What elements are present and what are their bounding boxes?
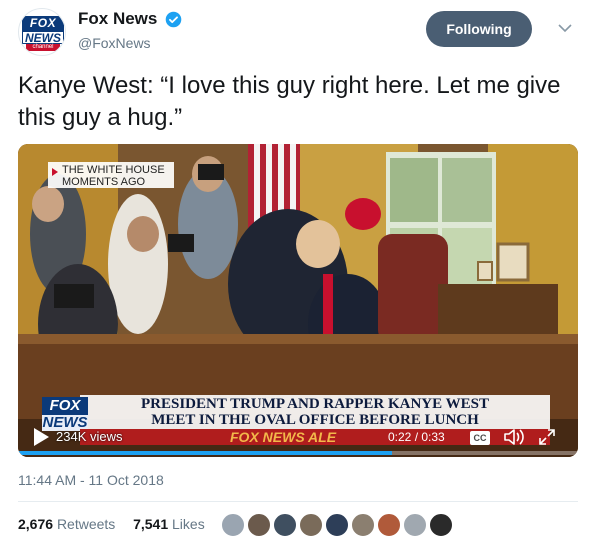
likes-label[interactable]: Likes (172, 516, 205, 532)
play-icon[interactable] (32, 427, 50, 447)
view-count: 234K views (56, 429, 123, 444)
liker-avatar[interactable] (221, 513, 245, 537)
following-button[interactable]: Following (426, 11, 532, 47)
liker-avatar[interactable] (429, 513, 453, 537)
overlay-label: THE WHITE HOUSE MOMENTS AGO (48, 162, 174, 188)
chyron-line1: PRESIDENT TRUMP AND RAPPER KANYE WEST (141, 396, 489, 412)
logo-news-text: NEWS (22, 31, 64, 45)
video-player[interactable]: THE WHITE HOUSE MOMENTS AGO PRESIDENT TR… (18, 144, 578, 457)
name-block: Fox News @FoxNews (78, 9, 182, 51)
captions-button[interactable]: CC (470, 431, 490, 445)
fullscreen-icon[interactable] (538, 428, 556, 446)
liker-avatar[interactable] (299, 513, 323, 537)
tweet-header: FOX NEWS channel Fox News @FoxNews Follo… (18, 8, 576, 56)
chyron: PRESIDENT TRUMP AND RAPPER KANYE WEST ME… (80, 395, 550, 429)
volume-icon[interactable] (503, 427, 527, 447)
fox-news-logo: FOX NEWS channel (22, 16, 64, 51)
play-triangle-icon (52, 168, 58, 176)
avatar[interactable]: FOX NEWS channel (18, 8, 66, 56)
liker-avatar[interactable] (351, 513, 375, 537)
liker-avatar[interactable] (377, 513, 401, 537)
progress-bar[interactable] (18, 451, 578, 455)
verified-badge-icon (165, 11, 182, 27)
handle[interactable]: @FoxNews (78, 35, 182, 51)
divider (18, 501, 578, 502)
liker-avatar[interactable] (247, 513, 271, 537)
overlay-label-text: THE WHITE HOUSE MOMENTS AGO (62, 164, 165, 188)
chyron-line2: MEET IN THE OVAL OFFICE BEFORE LUNCH (151, 412, 479, 428)
tweet-stats: 2,676 Retweets 7,541 Likes (18, 516, 205, 532)
tweet-timestamp[interactable]: 11:44 AM - 11 Oct 2018 (18, 472, 164, 488)
bug-fox-text: FOX (42, 397, 88, 415)
liker-avatar[interactable] (403, 513, 427, 537)
display-name[interactable]: Fox News (78, 9, 157, 29)
liker-avatar[interactable] (273, 513, 297, 537)
logo-channel-text: channel (26, 44, 60, 51)
retweets-label[interactable]: Retweets (57, 516, 115, 532)
liker-avatar[interactable] (325, 513, 349, 537)
ticker-text: FOX NEWS ALE (230, 429, 337, 445)
retweets-count[interactable]: 2,676 (18, 516, 53, 532)
progress-fill (18, 451, 392, 455)
logo-fox-text: FOX (22, 16, 64, 31)
likes-count[interactable]: 7,541 (133, 516, 168, 532)
tweet-text: Kanye West: “I love this guy right here.… (18, 72, 561, 131)
video-time: 0:22 / 0:33 (388, 430, 445, 444)
chevron-down-icon[interactable] (558, 23, 572, 33)
